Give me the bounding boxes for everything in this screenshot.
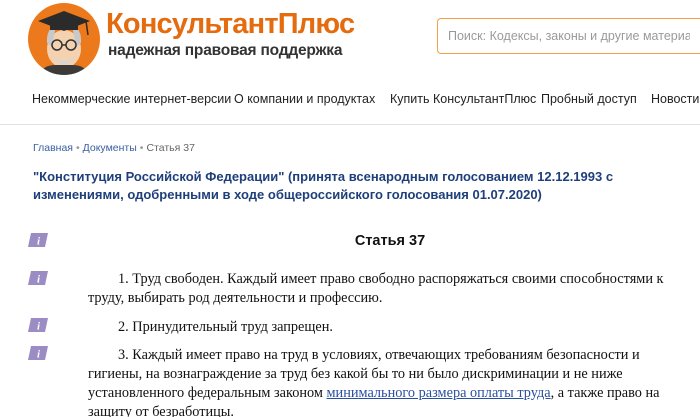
nav-item-company[interactable]: О компании и продуктах: [234, 92, 375, 106]
article-paragraph-2: 2. Принудительный труд запрещен.: [88, 318, 688, 337]
top-nav: Некоммерческие интернет-версии О компани…: [0, 92, 700, 112]
nav-divider: [0, 124, 700, 125]
breadcrumb-separator: •: [139, 142, 144, 154]
breadcrumb: Главная • Документы • Статья 37: [33, 142, 195, 154]
article-paragraph-3: 3. Каждый имеет право на труд в условиях…: [88, 346, 688, 417]
breadcrumb-current: Статья 37: [146, 142, 195, 154]
search-box: [437, 18, 700, 54]
breadcrumb-separator: •: [75, 142, 80, 154]
minimum-wage-link[interactable]: минимального размера оплаты труда: [327, 385, 551, 401]
nav-item-buy[interactable]: Купить КонсультантПлюс: [390, 92, 536, 106]
info-icon[interactable]: i: [28, 318, 48, 332]
info-icon[interactable]: i: [28, 271, 48, 285]
paragraph-text: 2. Принудительный труд запрещен.: [118, 319, 333, 335]
paragraph-text: 1. Труд свободен. Каждый имеет право сво…: [88, 271, 664, 306]
article-heading: Статья 37: [354, 233, 426, 249]
consultant-logo-icon[interactable]: [28, 3, 100, 75]
search-input[interactable]: [438, 19, 700, 53]
brand-name[interactable]: КонсультантПлюс: [106, 8, 355, 41]
breadcrumb-home[interactable]: Главная: [33, 142, 73, 154]
breadcrumb-documents[interactable]: Документы: [83, 142, 137, 154]
nav-item-noncommercial[interactable]: Некоммерческие интернет-версии: [32, 92, 231, 106]
nav-item-trial[interactable]: Пробный доступ: [541, 92, 637, 106]
brand-tagline: надежная правовая поддержка: [108, 42, 343, 59]
article-paragraph-1: 1. Труд свободен. Каждый имеет право сво…: [88, 270, 688, 308]
info-icon[interactable]: i: [28, 346, 48, 360]
nav-item-news[interactable]: Новости: [651, 92, 699, 106]
document-title: "Конституция Российской Федерации" (прин…: [33, 169, 614, 202]
